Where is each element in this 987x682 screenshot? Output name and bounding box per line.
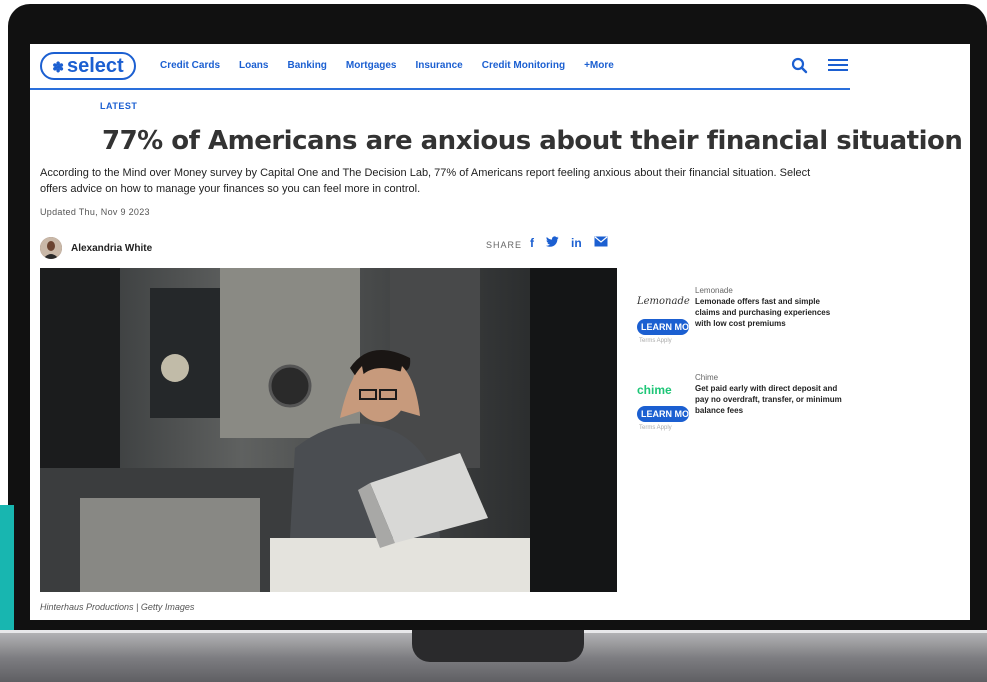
- top-navigation: ✽ select Credit Cards Loans Banking Mortg…: [30, 44, 850, 90]
- author-name[interactable]: Alexandria White: [71, 243, 152, 254]
- twitter-bird-icon: [546, 236, 559, 247]
- peacock-icon: ✽: [52, 59, 64, 75]
- author-avatar[interactable]: [40, 237, 62, 259]
- nav-links: Credit Cards Loans Banking Mortgages Ins…: [160, 60, 614, 71]
- hero-photo: [40, 268, 617, 592]
- select-logo[interactable]: ✽ select: [40, 52, 136, 80]
- nav-link-credit-monitoring[interactable]: Credit Monitoring: [482, 60, 565, 71]
- nav-link-more[interactable]: +More: [584, 60, 614, 71]
- menu-bar-icon: [828, 59, 848, 61]
- search-icon: [791, 57, 808, 74]
- lemonade-learn-more-button[interactable]: LEARN MORE: [637, 319, 689, 335]
- nav-link-credit-cards[interactable]: Credit Cards: [160, 60, 220, 71]
- anxious-man-laptop-photo: [40, 268, 617, 592]
- photo-caption: Hinterhaus Productions | Getty Images: [40, 602, 195, 612]
- lemonade-terms-link[interactable]: Terms Apply: [639, 338, 672, 344]
- chime-ad-description[interactable]: Get paid early with direct deposit and p…: [695, 383, 845, 416]
- ad-chime: chime LEARN MORE Terms Apply Chime Get p…: [637, 373, 847, 443]
- hamburger-menu-button[interactable]: [828, 56, 848, 74]
- teal-accent-bar: [0, 505, 14, 635]
- envelope-icon: [594, 236, 608, 247]
- facebook-icon[interactable]: f: [530, 236, 534, 251]
- chime-terms-link[interactable]: Terms Apply: [639, 425, 672, 431]
- twitter-icon[interactable]: [546, 236, 559, 251]
- nav-link-mortgages[interactable]: Mortgages: [346, 60, 397, 71]
- linkedin-icon[interactable]: in: [571, 236, 582, 251]
- menu-bar-icon: [828, 64, 848, 66]
- email-icon[interactable]: [594, 236, 608, 251]
- logo-text: select: [67, 55, 124, 77]
- ad-lemonade: Lemonade LEARN MORE Terms Apply Lemonade…: [637, 286, 847, 356]
- author-portrait-icon: [40, 237, 62, 259]
- nav-link-loans[interactable]: Loans: [239, 60, 268, 71]
- search-button[interactable]: [790, 56, 810, 76]
- nav-link-insurance[interactable]: Insurance: [415, 60, 462, 71]
- chime-logo[interactable]: chime: [637, 383, 689, 397]
- share-label: SHARE: [486, 240, 523, 250]
- lemonade-logo[interactable]: Lemonade: [637, 296, 690, 307]
- updated-timestamp: Updated Thu, Nov 9 2023: [40, 207, 150, 217]
- laptop-opening-notch: [412, 630, 584, 662]
- lemonade-brand-name: Lemonade: [695, 286, 733, 295]
- menu-bar-icon: [828, 69, 848, 71]
- lemonade-ad-description[interactable]: Lemonade offers fast and simple claims a…: [695, 296, 845, 329]
- chime-brand-name: Chime: [695, 373, 719, 382]
- chime-learn-more-button[interactable]: LEARN MORE: [637, 406, 689, 422]
- browser-screen: ✽ select Credit Cards Loans Banking Mortg…: [30, 44, 970, 620]
- kicker-label[interactable]: LATEST: [100, 101, 137, 111]
- nav-link-banking[interactable]: Banking: [287, 60, 326, 71]
- share-icons: f in: [530, 236, 608, 251]
- article-dek: According to the Mind over Money survey …: [40, 167, 811, 195]
- article-headline: 77% of Americans are anxious about their…: [102, 126, 963, 156]
